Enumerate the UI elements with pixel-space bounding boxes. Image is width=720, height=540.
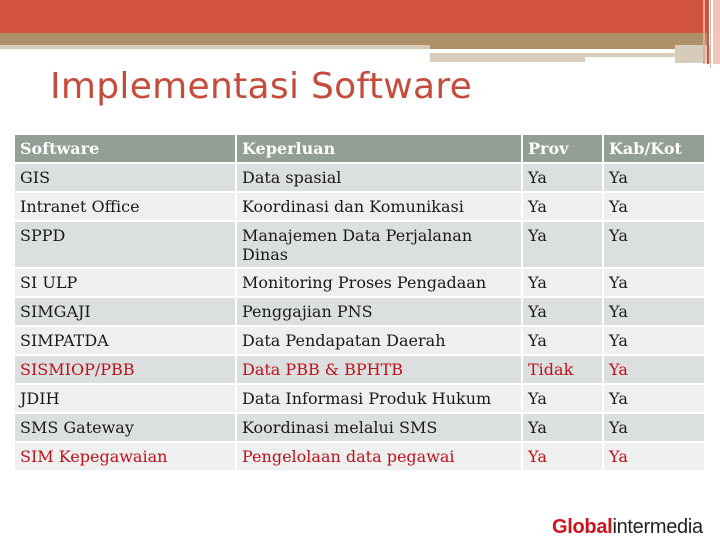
table-row: SIMPATDA Data Pendapatan Daerah Ya Ya (15, 327, 704, 354)
decorative-edge-lines (703, 0, 720, 68)
top-accent-stripe (0, 45, 430, 49)
cell-kabkot: Ya (604, 222, 704, 267)
top-accent-stripe (430, 45, 675, 49)
table-row: SPPD Manajemen Data Perjalanan Dinas Ya Ya (15, 222, 704, 267)
cell-prov: Ya (523, 164, 602, 191)
cell-keperluan: Pengelolaan data pegawai (237, 443, 521, 470)
cell-prov: Ya (523, 269, 602, 296)
cell-kabkot: Ya (604, 414, 704, 441)
cell-prov: Tidak (523, 356, 602, 383)
watermark-logo: Globalintermedia (552, 516, 703, 539)
cell-keperluan: Koordinasi melalui SMS (237, 414, 521, 441)
cell-kabkot: Ya (604, 269, 704, 296)
top-accent-stripe (430, 57, 585, 62)
cell-prov: Ya (523, 443, 602, 470)
table-row: GIS Data spasial Ya Ya (15, 164, 704, 191)
cell-kabkot: Ya (604, 164, 704, 191)
cell-kabkot: Ya (604, 298, 704, 325)
cell-prov: Ya (523, 193, 602, 220)
table-row: SISMIOP/PBB Data PBB & BPHTB Tidak Ya (15, 356, 704, 383)
cell-software: SPPD (15, 222, 235, 267)
cell-software: SIM Kepegawaian (15, 443, 235, 470)
software-table: Software Keperluan Prov Kab/Kot GIS Data … (13, 133, 706, 472)
cell-kabkot: Ya (604, 385, 704, 412)
cell-prov: Ya (523, 385, 602, 412)
table-body: GIS Data spasial Ya Ya Intranet Office Koordi… (15, 164, 704, 470)
cell-prov: Ya (523, 298, 602, 325)
cell-keperluan: Data Pendapatan Daerah (237, 327, 521, 354)
cell-prov: Ya (523, 414, 602, 441)
cell-kabkot: Ya (604, 193, 704, 220)
cell-keperluan: Data PBB & BPHTB (237, 356, 521, 383)
cell-software: SIMPATDA (15, 327, 235, 354)
cell-software: SISMIOP/PBB (15, 356, 235, 383)
top-accent-bar (0, 0, 708, 33)
cell-keperluan: Monitoring Proses Pengadaan (237, 269, 521, 296)
cell-kabkot: Ya (604, 356, 704, 383)
watermark-part-intermedia: intermedia (612, 516, 703, 538)
cell-kabkot: Ya (604, 443, 704, 470)
table-header-row: Software Keperluan Prov Kab/Kot (15, 135, 704, 162)
table-row: Intranet Office Koordinasi dan Komunikasi… (15, 193, 704, 220)
cell-prov: Ya (523, 222, 602, 267)
cell-kabkot: Ya (604, 327, 704, 354)
cell-software: SMS Gateway (15, 414, 235, 441)
column-header-software: Software (15, 135, 235, 162)
column-header-keperluan: Keperluan (237, 135, 521, 162)
cell-keperluan: Manajemen Data Perjalanan Dinas (237, 222, 521, 267)
cell-software: Intranet Office (15, 193, 235, 220)
cell-keperluan: Data Informasi Produk Hukum (237, 385, 521, 412)
cell-keperluan: Penggajian PNS (237, 298, 521, 325)
cell-software: GIS (15, 164, 235, 191)
column-header-prov: Prov (523, 135, 602, 162)
table-row: SIM Kepegawaian Pengelolaan data pegawai Y… (15, 443, 704, 470)
cell-keperluan: Data spasial (237, 164, 521, 191)
cell-keperluan: Koordinasi dan Komunikasi (237, 193, 521, 220)
slide-title: Implementasi Software (50, 66, 473, 107)
watermark-part-global: Global (552, 516, 613, 538)
table-row: JDIH Data Informasi Produk Hukum Ya Ya (15, 385, 704, 412)
cell-software: SI ULP (15, 269, 235, 296)
column-header-kabkot: Kab/Kot (604, 135, 704, 162)
top-accent-band (0, 33, 708, 45)
table-row: SMS Gateway Koordinasi melalui SMS Ya Ya (15, 414, 704, 441)
cell-software: JDIH (15, 385, 235, 412)
cell-software: SIMGAJI (15, 298, 235, 325)
table-row: SIMGAJI Penggajian PNS Ya Ya (15, 298, 704, 325)
table-row: SI ULP Monitoring Proses Pengadaan Ya Ya (15, 269, 704, 296)
cell-prov: Ya (523, 327, 602, 354)
